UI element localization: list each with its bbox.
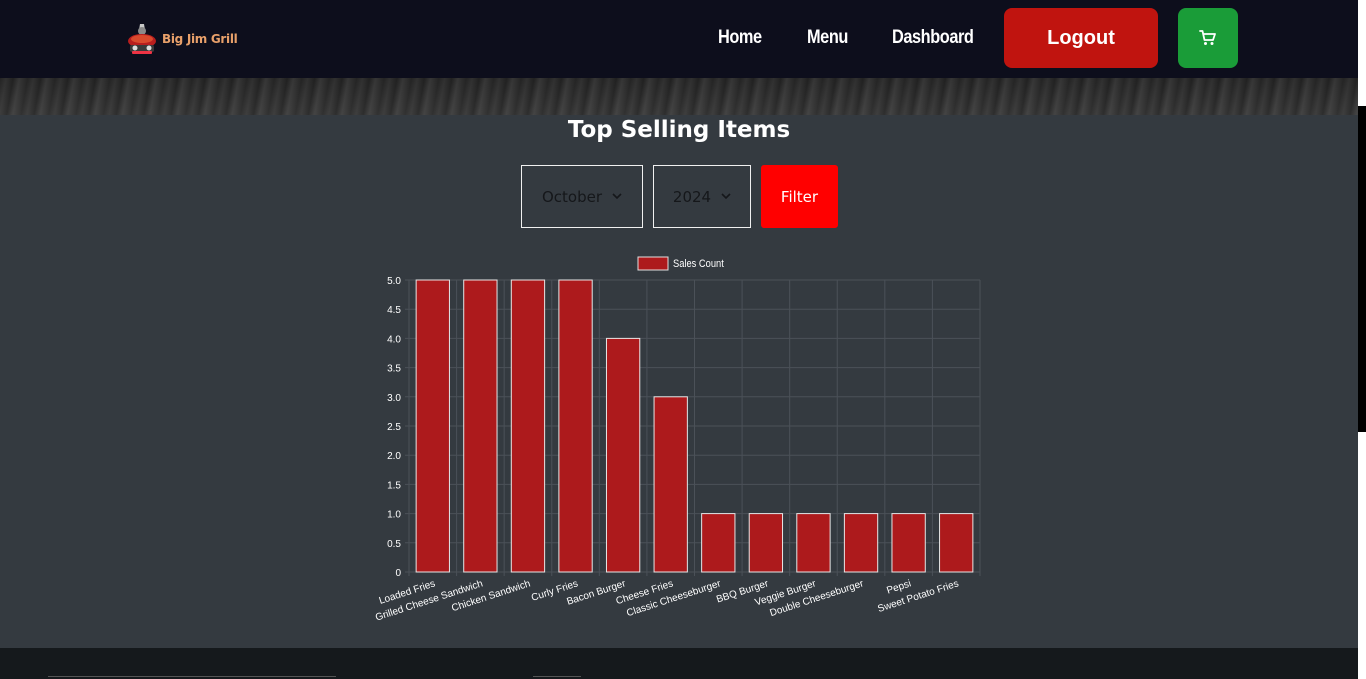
sales-bar-chart: Sales Count 0 0.5 1.0 1.5 2.0 2.5 3.0 3.5 4.0 4.5…	[374, 256, 981, 624]
y-tick-label: 2.0	[387, 451, 401, 462]
bar-classic-cheeseburger[interactable]	[701, 513, 736, 573]
chart-legend: Sales Count	[637, 256, 724, 271]
x-tick-label: Sweet Potato Fries	[876, 578, 960, 615]
legend-swatch	[637, 256, 669, 271]
bar-cheese-fries[interactable]	[653, 396, 688, 573]
bar-curly-fries[interactable]	[558, 279, 593, 573]
footer	[0, 648, 1358, 679]
footer-divider	[533, 676, 581, 677]
chart-y-axis: 0 0.5 1.0 1.5 2.0 2.5 3.0 3.5 4.0 4.5 5.0	[387, 276, 401, 579]
y-tick-label: 3.0	[387, 393, 401, 404]
bar-grilled-cheese-sandwich[interactable]	[463, 279, 498, 573]
bar-sweet-potato-fries[interactable]	[939, 513, 974, 573]
bar-veggie-burger[interactable]	[796, 513, 831, 573]
y-tick-label: 5.0	[387, 276, 401, 287]
y-tick-label: 1.0	[387, 510, 401, 521]
scrollbar-thumb[interactable]	[1358, 106, 1366, 432]
chart-x-axis: Loaded FriesGrilled Cheese SandwichChick…	[374, 578, 960, 623]
y-tick-label: 0	[395, 568, 401, 579]
bar-loaded-fries[interactable]	[415, 279, 450, 573]
bar-bacon-burger[interactable]	[605, 337, 641, 573]
y-tick-label: 3.5	[387, 364, 401, 375]
y-tick-label: 4.0	[387, 334, 401, 345]
y-tick-label: 1.5	[387, 480, 401, 491]
bar-bbq-burger[interactable]	[748, 513, 784, 573]
bar-chicken-sandwich[interactable]	[510, 279, 546, 573]
bar-double-cheeseburger[interactable]	[843, 513, 879, 573]
bar-pepsi[interactable]	[891, 513, 926, 573]
footer-divider	[48, 676, 336, 677]
y-tick-label: 2.5	[387, 422, 401, 433]
y-tick-label: 4.5	[387, 305, 401, 316]
legend-label: Sales Count	[673, 258, 724, 270]
y-tick-label: 0.5	[387, 539, 401, 550]
